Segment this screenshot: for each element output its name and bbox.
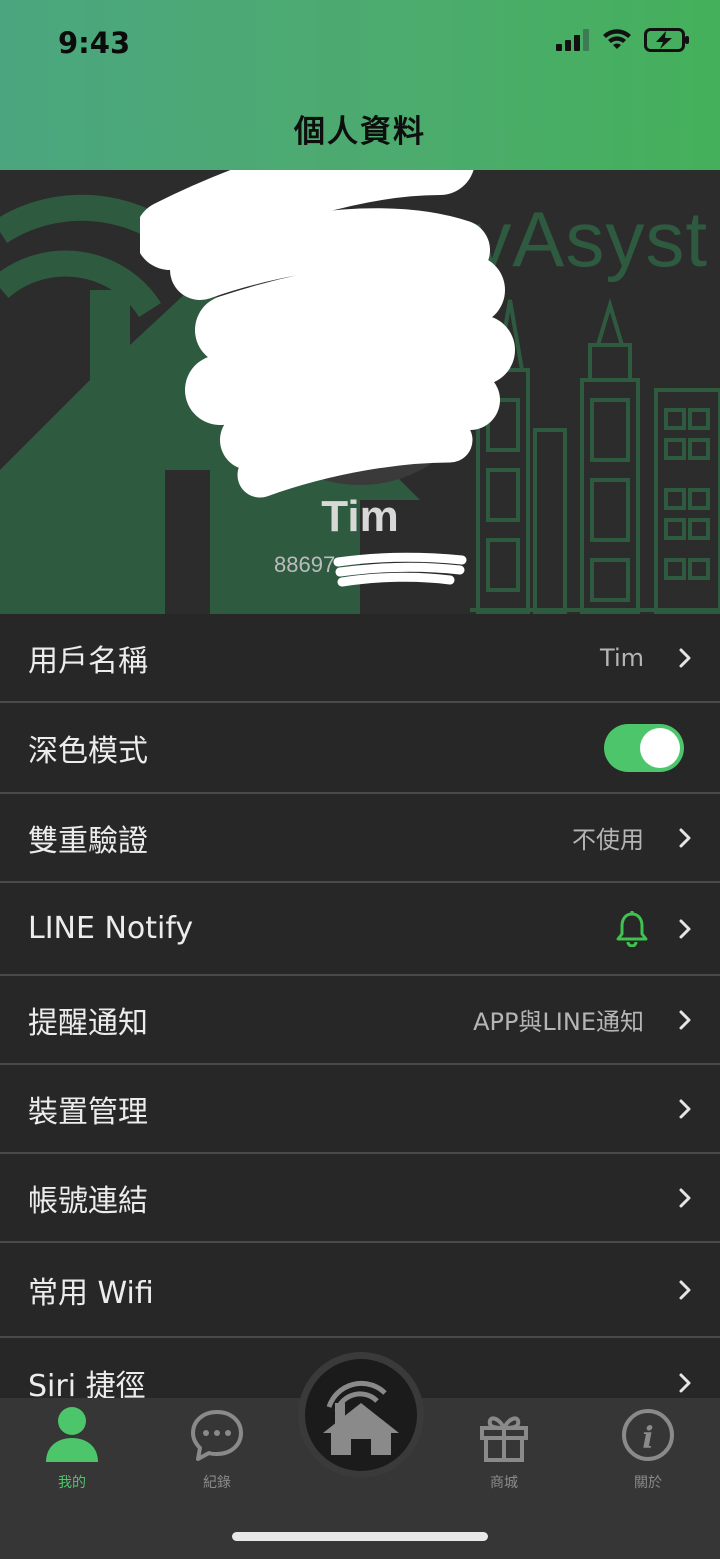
tab-label: 關於 <box>634 1475 662 1491</box>
setting-label: 常用 Wifi <box>28 1275 154 1311</box>
person-icon <box>46 1407 98 1462</box>
setting-device-management[interactable]: 裝置管理 <box>0 1063 720 1152</box>
setting-line-notify[interactable]: LINE Notify <box>0 881 720 974</box>
chevron-right-icon <box>679 648 691 667</box>
tab-label: 紀錄 <box>203 1475 231 1491</box>
tab-about[interactable]: i 關於 <box>593 1406 703 1492</box>
chevron-right-icon <box>679 1099 691 1118</box>
tab-label: 我的 <box>58 1475 86 1491</box>
page-title: 個人資料 <box>294 114 426 150</box>
wifi-icon <box>603 29 631 49</box>
setting-reminder[interactable]: 提醒通知 APP與LINE通知 <box>0 974 720 1063</box>
status-bar: 9:43 <box>0 0 720 90</box>
chevron-right-icon <box>679 1188 691 1207</box>
info-icon: i <box>622 1409 674 1461</box>
chevron-right-icon <box>679 919 691 938</box>
battery-charging-icon <box>644 28 689 52</box>
home-wifi-icon <box>323 1380 399 1455</box>
setting-label: 雙重驗證 <box>28 823 148 859</box>
signal-icon <box>556 29 589 51</box>
gift-icon <box>480 1416 528 1462</box>
settings-list: 用戶名稱 Tim 深色模式 雙重驗證 不使用 LINE Notify 提醒通知 … <box>0 614 720 1428</box>
setting-two-factor[interactable]: 雙重驗證 不使用 <box>0 792 720 881</box>
tab-store[interactable]: 商城 <box>449 1406 559 1492</box>
chevron-right-icon <box>679 1280 691 1299</box>
chat-bubble-icon <box>191 1410 243 1461</box>
dark-mode-toggle[interactable] <box>604 723 684 772</box>
tab-label: 商城 <box>490 1475 518 1491</box>
setting-common-wifi[interactable]: 常用 Wifi <box>0 1241 720 1336</box>
setting-dark-mode: 深色模式 <box>0 701 720 792</box>
chevron-right-icon <box>679 1373 691 1393</box>
tab-mine[interactable]: 我的 <box>17 1406 127 1492</box>
avatar-redacted[interactable] <box>140 170 540 510</box>
profile-phone: 88697 <box>274 552 336 577</box>
setting-label: 帳號連結 <box>28 1183 148 1219</box>
status-time: 9:43 <box>58 26 131 60</box>
bell-icon <box>616 910 648 947</box>
setting-label: 深色模式 <box>28 733 148 769</box>
chevron-right-icon <box>679 828 691 847</box>
setting-account-link[interactable]: 帳號連結 <box>0 1152 720 1241</box>
setting-value: APP與LINE通知 <box>473 1008 644 1036</box>
setting-label: 裝置管理 <box>28 1094 148 1130</box>
phone-redacted <box>333 552 467 587</box>
home-indicator <box>232 1532 488 1541</box>
setting-value: 不使用 <box>572 826 644 854</box>
setting-value: Tim <box>600 643 644 672</box>
setting-label: LINE Notify <box>28 911 194 946</box>
chevron-right-icon <box>679 1010 691 1029</box>
tab-records[interactable]: 紀錄 <box>162 1406 272 1492</box>
profile-banner: yAsyst Tim 88697 <box>0 170 720 614</box>
profile-name: Tim <box>321 492 399 541</box>
setting-username[interactable]: 用戶名稱 Tim <box>0 614 720 701</box>
setting-label: 用戶名稱 <box>28 643 148 679</box>
svg-text:i: i <box>642 1421 653 1456</box>
setting-label: 提醒通知 <box>28 1005 148 1041</box>
home-button[interactable] <box>298 1352 424 1478</box>
toggle-knob <box>640 727 680 768</box>
